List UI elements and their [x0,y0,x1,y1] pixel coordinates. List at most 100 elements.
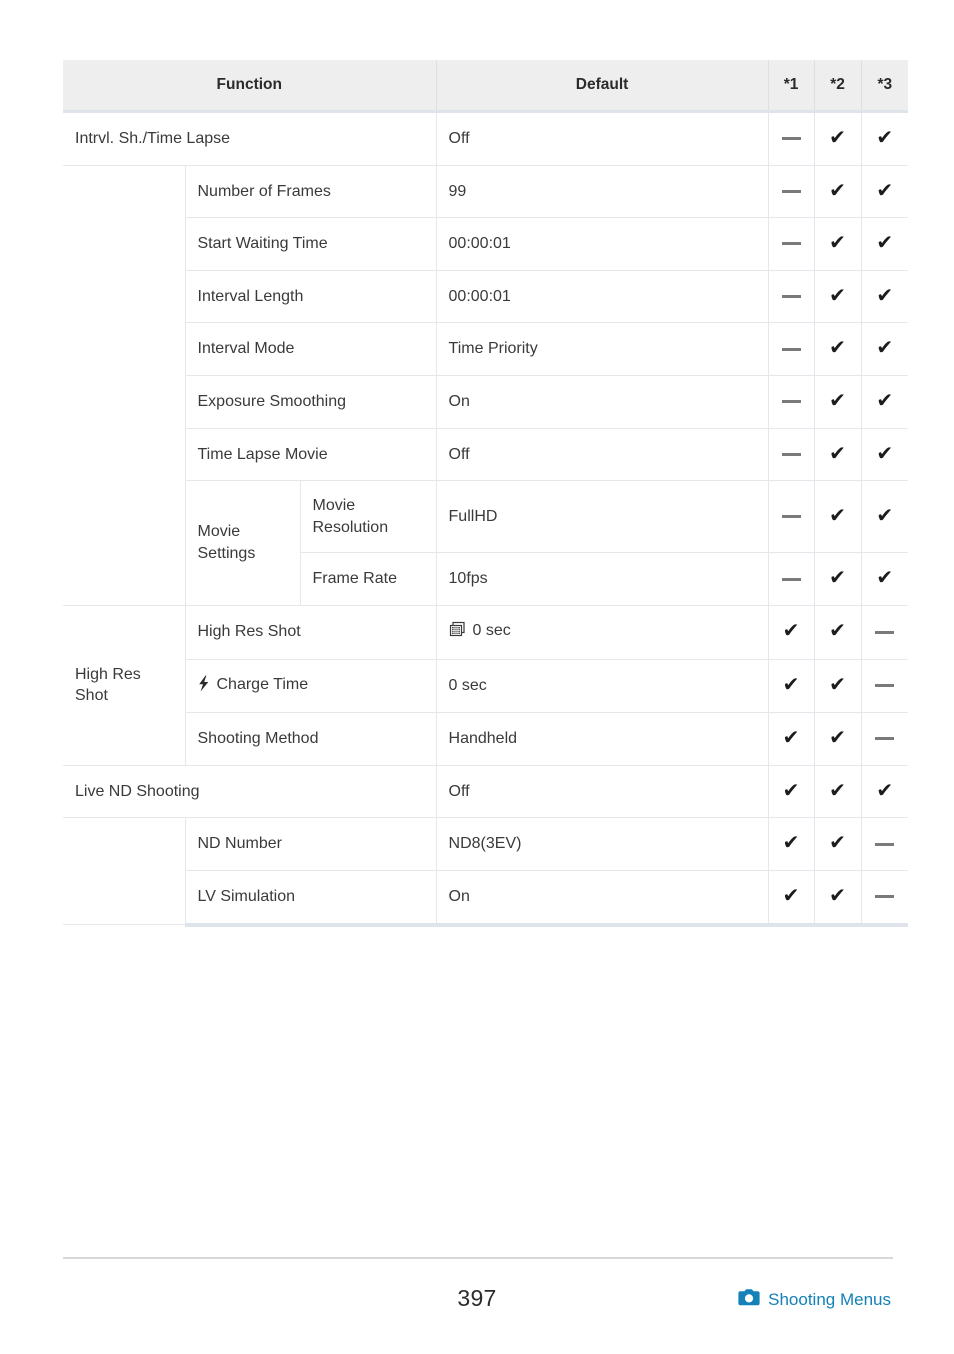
dash-icon [875,737,895,741]
dash-icon [781,189,801,193]
row-mark2-live-nd-shooting: ✔ [813,765,862,819]
row-mark2-high-res-shot: ✔ [813,605,862,660]
row-default-interval-mode: Time Priority [435,322,769,376]
check-icon: ✔ [829,177,846,202]
row-mark2-frame-rate: ✔ [813,552,862,606]
row-mark1-time-lapse-movie [767,428,815,482]
check-icon: ✔ [782,882,800,907]
row-mark2-number-of-frames: ✔ [813,165,862,219]
check-icon: ✔ [876,502,894,527]
row-default-charge-time: 0 sec [435,659,769,714]
subgroup-label-movie-settings: Movie Settings [184,480,300,606]
dash-icon [781,400,801,404]
row-default-high-res-shot: 0 sec [435,605,769,660]
check-icon: ✔ [829,230,846,255]
check-icon: ✔ [829,502,846,527]
dash-icon [781,137,801,141]
table-row: Shooting Method Handheld ✔ ✔ [63,712,909,766]
dash-icon [875,630,895,634]
check-icon: ✔ [876,335,894,360]
row-mark1-charge-time: ✔ [767,659,815,714]
row-default-high-res-shot-text: 0 sec [472,621,511,639]
check-icon: ✔ [829,440,846,465]
check-icon: ✔ [782,725,800,750]
row-mark2-interval-mode: ✔ [813,322,862,376]
row-default-exposure-smoothing: On [435,375,769,429]
row-mark1-movie-resolution [767,480,815,554]
row-mark2-interval-length: ✔ [813,270,862,324]
column-header-mark-3: *3 [860,60,909,113]
footer-section-link[interactable]: Shooting Menus [738,1289,891,1311]
footer-section-label: Shooting Menus [768,1290,891,1309]
row-default-movie-resolution: FullHD [435,480,769,554]
check-icon: ✔ [876,777,894,802]
check-icon: ✔ [876,282,894,307]
dash-icon [781,452,801,456]
check-icon: ✔ [876,387,894,412]
dash-icon [781,242,801,246]
row-mark2-time-lapse-movie: ✔ [813,428,862,482]
table-row: Interval Mode Time Priority ✔ ✔ [63,322,909,376]
check-icon: ✔ [829,830,846,855]
check-icon: ✔ [876,565,894,590]
flash-icon [198,675,210,699]
row-label-time-lapse-movie: Time Lapse Movie [184,428,437,482]
row-mark3-interval-mode: ✔ [860,322,909,376]
table-row: Charge Time 0 sec ✔ ✔ [63,659,909,714]
table-row: High Res Shot High Res Shot 0 sec ✔ ✔ [63,605,909,766]
column-header-default: Default [435,60,769,113]
check-icon: ✔ [782,830,800,855]
row-mark3-number-of-frames: ✔ [860,165,909,219]
row-mark1-exposure-smoothing [767,375,815,429]
row-mark2-start-waiting-time: ✔ [813,217,862,271]
check-icon: ✔ [876,440,894,465]
specification-table: Function Default *1 *2 *3 Intrvl. Sh./Ti… [63,60,909,927]
row-default-start-waiting-time: 00:00:01 [435,217,769,271]
row-mark1-nd-number: ✔ [767,817,815,871]
row-label-frame-rate: Frame Rate [299,552,437,606]
row-label-interval-length: Interval Length [184,270,437,324]
row-default-shooting-method: Handheld [435,712,769,766]
row-default-nd-number: ND8(3EV) [435,817,769,871]
row-mark1-intrvl-sh-time-lapse [767,111,815,166]
row-default-interval-length: 00:00:01 [435,270,769,324]
row-mark3-movie-resolution: ✔ [860,480,909,554]
dash-icon [875,684,895,688]
check-icon: ✔ [829,777,846,802]
dash-icon [875,842,895,846]
row-mark2-intrvl-sh-time-lapse: ✔ [813,111,862,166]
row-mark3-frame-rate: ✔ [860,552,909,606]
row-label-charge-time: Charge Time [184,659,437,714]
table-row: Interval Length 00:00:01 ✔ ✔ [63,270,909,324]
table-body: Intrvl. Sh./Time Lapse Off ✔ ✔ Number of… [63,111,909,927]
camera-icon [738,1289,760,1311]
check-icon: ✔ [829,335,846,360]
dash-icon [875,895,895,899]
table-row: Number of Frames 99 ✔ ✔ [63,165,909,606]
table-header-row: Function Default *1 *2 *3 [63,60,909,113]
row-mark2-movie-resolution: ✔ [813,480,862,554]
check-icon: ✔ [829,387,846,412]
row-label-shooting-method: Shooting Method [184,712,437,766]
dash-icon [781,515,801,519]
row-mark2-exposure-smoothing: ✔ [813,375,862,429]
row-mark3-interval-length: ✔ [860,270,909,324]
row-default-time-lapse-movie: Off [435,428,769,482]
specification-table-wrapper: Function Default *1 *2 *3 Intrvl. Sh./Ti… [63,60,909,927]
row-label-live-nd-shooting: Live ND Shooting [63,765,437,819]
dash-icon [781,295,801,299]
row-mark1-frame-rate [767,552,815,606]
row-mark1-live-nd-shooting: ✔ [767,765,815,819]
row-label-charge-time-text: Charge Time [216,675,309,693]
table-row: Exposure Smoothing On ✔ ✔ [63,375,909,429]
row-mark3-charge-time [860,659,909,714]
table-row: ND Number ND8(3EV) ✔ ✔ [63,817,909,925]
table-row: Movie Settings Movie Resolution FullHD ✔… [63,480,909,606]
row-label-nd-number: ND Number [184,817,437,871]
row-mark1-shooting-method: ✔ [767,712,815,766]
row-mark2-charge-time: ✔ [813,659,862,714]
row-label-intrvl-sh-time-lapse: Intrvl. Sh./Time Lapse [63,111,437,166]
row-mark2-lv-simulation: ✔ [813,870,862,927]
table-header: Function Default *1 *2 *3 [63,60,909,113]
footer-divider [63,1257,893,1259]
